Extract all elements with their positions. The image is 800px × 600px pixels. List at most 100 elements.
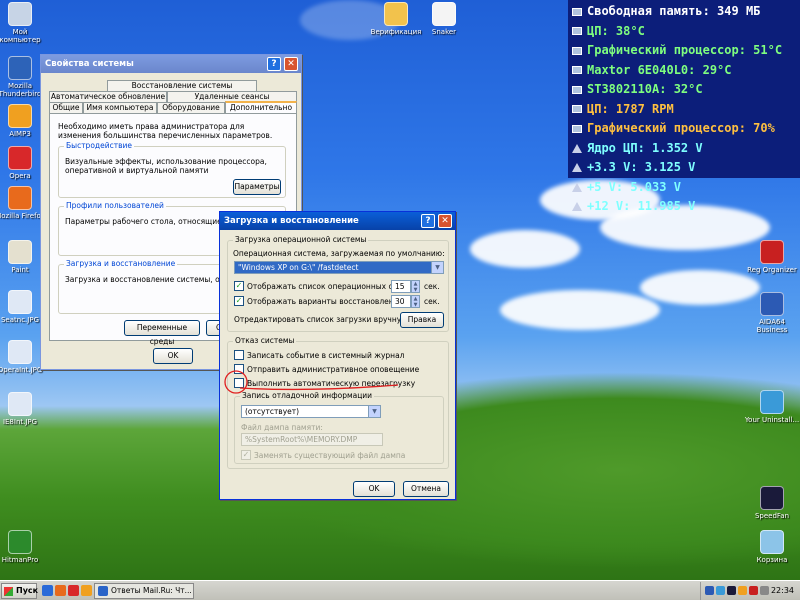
hitmanpro-icon (8, 530, 32, 554)
gpu-load-icon (572, 124, 582, 133)
voltage-icon (572, 182, 582, 192)
speedfan-tray-icon[interactable] (727, 586, 736, 595)
aida64-tray-icon[interactable] (705, 586, 714, 595)
recycle-bin-icon (760, 530, 784, 554)
aimp-icon[interactable] (81, 585, 92, 596)
opera-icon[interactable] (68, 585, 79, 596)
firefox-icon[interactable] (55, 585, 66, 596)
uninstaller-icon (760, 390, 784, 414)
help-icon[interactable]: ? (267, 57, 281, 71)
voltage-icon (572, 202, 582, 212)
desktop-icon-label: SpeedFan (754, 512, 790, 520)
opera-icon (8, 146, 32, 170)
voltage-icon (572, 143, 582, 153)
desktop-icon[interactable]: Snaker (416, 2, 472, 36)
sensor-label: Ядро ЦП: 1.352 V (587, 140, 703, 155)
desktop-icon[interactable]: Мой компьютер (0, 2, 48, 44)
sensor-row: Графический процессор: 51°C (572, 41, 796, 61)
sensor-row: Графический процессор: 70% (572, 119, 796, 139)
sysprops-titlebar[interactable]: Свойства системы ? ✕ (41, 55, 301, 73)
sensor-row: +12 V: 11.985 V (572, 197, 796, 217)
desktop-icon[interactable]: Your Uninstall... (744, 390, 800, 424)
network-tray-icon[interactable] (716, 586, 725, 595)
performance-text: Визуальные эффекты, использование процес… (65, 157, 267, 175)
snaker-icon (432, 2, 456, 26)
start-label: Пуск (16, 586, 39, 595)
sensor-row: Свободная память: 349 МБ (572, 2, 796, 22)
windows-flag-icon (4, 587, 13, 596)
firefox-icon (8, 186, 32, 210)
admin-note: Необходимо иметь права администратора дл… (58, 122, 273, 140)
sensor-label: ЦП: 38°C (587, 23, 645, 38)
desktop-icon[interactable]: AIDA64 Business (744, 292, 800, 334)
desktop-icon[interactable]: HitmanPro (0, 530, 48, 564)
gpu-icon (572, 46, 582, 55)
taskbar-task-mailru[interactable]: Ответы Mail.Ru: Чт... (94, 583, 194, 599)
sensor-label: Maxtor 6E040L0: 29°C (587, 62, 732, 77)
cloud (500, 290, 660, 330)
voltage-icon (572, 163, 582, 173)
startup-recovery-dialog: Загрузка и восстановление ? ✕ Загрузка о… (219, 211, 456, 500)
performance-settings-button[interactable]: Параметры (233, 179, 281, 195)
sensor-row: ЦП: 1787 RPM (572, 100, 796, 120)
start-button[interactable]: Пуск (1, 583, 39, 599)
sensor-label: +5 V: 5.033 V (587, 179, 681, 194)
user-profiles-group-label: Профили пользователей (64, 201, 166, 210)
sensor-row: ST3802110A: 32°C (572, 80, 796, 100)
desktop-icon-label: Your Uninstall... (744, 416, 800, 424)
browser-icon (98, 586, 108, 596)
image-file-icon (8, 290, 32, 314)
sensor-label: Графический процессор: 70% (587, 121, 775, 135)
verification-icon (384, 2, 408, 26)
thunderbird-icon (8, 56, 32, 80)
desktop-icon-label: AIDA64 Business (756, 318, 788, 334)
system-tray: 22:34 (700, 582, 800, 600)
fan-icon (572, 105, 582, 114)
sensor-row: +3.3 V: 3.125 V (572, 158, 796, 178)
tab-hardware[interactable]: Оборудование (157, 102, 225, 113)
desktop-icon-label: Корзина (756, 556, 788, 564)
desktop-icon[interactable]: Reg Organizer (744, 240, 800, 274)
sysprops-ok-button[interactable]: OK (153, 348, 193, 364)
aida64-icon (760, 292, 784, 316)
hdd-icon (572, 66, 582, 75)
tab-general[interactable]: Общие (49, 102, 83, 113)
sensor-label: ЦП: 1787 RPM (587, 101, 674, 116)
sensor-label: +3.3 V: 3.125 V (587, 160, 696, 174)
speedfan-icon (760, 486, 784, 510)
taskbar: Пуск Ответы Mail.Ru: Чт... 22:34 (0, 580, 800, 600)
memory-icon (572, 7, 582, 16)
performance-group: Быстродействие Визуальные эффекты, испол… (58, 141, 286, 198)
desktop-icon[interactable]: SpeedFan (744, 486, 800, 520)
reg-organizer-icon (760, 240, 784, 264)
cpu-icon (572, 27, 582, 36)
image-file-icon (8, 340, 32, 364)
performance-group-label: Быстродействие (64, 141, 134, 150)
tab-system-restore[interactable]: Восстановление системы (107, 80, 257, 91)
sensor-row: ЦП: 38°C (572, 22, 796, 42)
desktop-icon[interactable]: IE8Int.JPG (0, 392, 48, 426)
paint-icon (8, 240, 32, 264)
close-icon[interactable]: ✕ (284, 57, 298, 71)
desktop-icon-label: Reg Organizer (747, 266, 797, 274)
environment-variables-button[interactable]: Переменные среды (124, 320, 200, 346)
tab-advanced[interactable]: Дополнительно (225, 101, 297, 113)
volume-tray-icon[interactable] (760, 586, 769, 595)
sensor-panel: Свободная память: 349 МБ ЦП: 38°C Графичес… (568, 0, 800, 213)
image-file-icon (8, 392, 32, 416)
task-label: Ответы Mail.Ru: Чт... (111, 586, 192, 595)
security-tray-icon[interactable] (749, 586, 758, 595)
aimp-icon (8, 104, 32, 128)
sensor-label: Графический процессор: 51°C (587, 43, 783, 57)
tab-computer-name[interactable]: Имя компьютера (83, 102, 157, 113)
aimp-tray-icon[interactable] (738, 586, 747, 595)
sensor-label: +12 V: 11.985 V (587, 199, 696, 213)
show-desktop-icon[interactable] (42, 585, 53, 596)
sensor-row: +5 V: 5.033 V (572, 178, 796, 198)
desktop-icon-label: Snaker (431, 28, 457, 36)
cloud (640, 270, 760, 305)
desktop-icon[interactable]: Корзина (744, 530, 800, 564)
desktop-icon-label: IE8Int.JPG (2, 418, 38, 426)
red-circle-mark (224, 370, 248, 394)
tab-automatic-updates[interactable]: Автоматическое обновление (49, 91, 167, 102)
